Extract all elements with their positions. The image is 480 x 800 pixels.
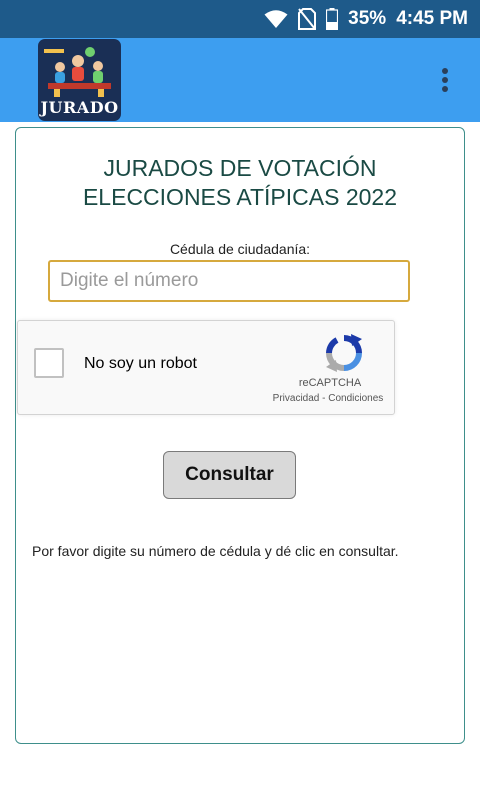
no-sim-icon [298,8,317,30]
battery-icon [326,8,339,30]
terms-link[interactable]: Condiciones [328,393,383,404]
status-bar: 35% 4:45 PM [0,0,480,38]
link-separator: - [319,393,329,404]
cedula-input[interactable] [48,260,410,302]
recaptcha-links: Privacidad - Condiciones [258,393,398,404]
battery-percent: 35% [348,8,387,29]
recaptcha-logo-icon [326,334,362,372]
form-card: JURADOS DE VOTACIÓN ELECCIONES ATÍPICAS … [15,127,465,744]
app-logo: JURADO [38,39,121,121]
recaptcha-brand: reCAPTCHA [298,377,362,389]
privacy-link[interactable]: Privacidad [273,393,320,404]
help-text: Por favor digite su número de cédula y d… [32,543,399,559]
cedula-label: Cédula de ciudadanía: [169,241,311,257]
page-title: JURADOS DE VOTACIÓN ELECCIONES ATÍPICAS … [16,154,464,212]
recaptcha-checkbox[interactable] [34,348,64,378]
app-bar: JURADO [0,38,480,122]
logo-text: JURADO [40,98,119,117]
more-vert-icon[interactable] [431,64,459,96]
clock: 4:45 PM [396,8,468,29]
recaptcha-label: No soy un robot [84,355,197,372]
title-line-1: JURADOS DE VOTACIÓN [103,155,377,181]
recaptcha-widget: No soy un robot reCAPTCHA Privacidad - C… [17,320,395,415]
jurado-illustration [44,47,111,97]
title-line-2: ELECCIONES ATÍPICAS 2022 [82,184,398,210]
wifi-icon [264,9,288,29]
consultar-button[interactable]: Consultar [163,451,296,499]
